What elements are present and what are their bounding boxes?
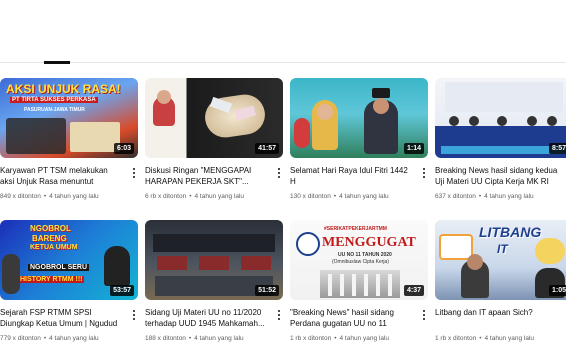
- video-title[interactable]: Litbang dan IT apaan Sich?: [435, 307, 566, 329]
- video-meta: 849 x ditonton • 4 tahun yang lalu: [0, 193, 99, 200]
- video-thumbnail[interactable]: 8:57: [435, 78, 566, 158]
- tab-divider: [0, 62, 566, 63]
- more-options-icon[interactable]: [130, 308, 138, 322]
- video-thumbnail[interactable]: 1:14: [290, 78, 428, 158]
- video-card[interactable]: 1:14 Selamat Hari Raya Idul Fitri 1442 H…: [290, 78, 428, 201]
- video-card[interactable]: LITBANG IT 1:05 Litbang dan IT apaan Sic…: [435, 220, 566, 343]
- video-card[interactable]: 51:52 Sidang Uji Materi UU no 11/2020 te…: [145, 220, 283, 343]
- thumbnail-text: IT: [497, 242, 508, 256]
- video-duration: 6:03: [113, 143, 134, 154]
- more-options-icon[interactable]: [275, 166, 283, 180]
- video-card[interactable]: #SERIKATPEKERJARTMM MENGGUGAT UU NO 11 T…: [290, 220, 428, 343]
- video-title[interactable]: Karyawan PT TSM melakukan aksi Unjuk Ras…: [0, 165, 138, 187]
- thumbnail-text: #SERIKATPEKERJARTMM: [324, 226, 387, 232]
- video-duration: 41:57: [255, 143, 279, 154]
- video-thumbnail[interactable]: AKSI UNJUK RASA! PT TIRTA SUKSES PERKASA…: [0, 78, 138, 158]
- more-options-icon[interactable]: [275, 308, 283, 322]
- video-card[interactable]: AKSI UNJUK RASA! PT TIRTA SUKSES PERKASA…: [0, 78, 138, 201]
- thumbnail-text: NGOBROL: [30, 224, 71, 233]
- thumbnail-text: UU NO 11 TAHUN 2020: [338, 252, 392, 258]
- video-duration: 1:05: [548, 285, 566, 296]
- thumbnail-text: BARENG: [32, 234, 67, 243]
- top-bar: [0, 0, 566, 68]
- video-duration: 53:57: [110, 285, 134, 296]
- more-options-icon[interactable]: [420, 308, 428, 322]
- video-duration: 51:52: [255, 285, 279, 296]
- video-card[interactable]: 41:57 Diskusi Ringan "MENGGAPAI HARAPAN …: [145, 78, 283, 201]
- video-meta: 1 rb x ditonton • 4 tahun yang lalu: [290, 335, 389, 342]
- video-meta: 779 x ditonton • 4 tahun yang lalu: [0, 335, 99, 342]
- video-duration: 1:14: [403, 143, 424, 154]
- video-meta: 637 x ditonton • 4 tahun yang lalu: [435, 193, 534, 200]
- video-meta: 130 x ditonton • 4 tahun yang lalu: [290, 193, 389, 200]
- thumbnail-text: AKSI UNJUK RASA!: [6, 82, 121, 96]
- more-options-icon[interactable]: [420, 166, 428, 180]
- video-thumbnail[interactable]: NGOBROL BARENG KETUA UMUM NGOBROL SERU H…: [0, 220, 138, 300]
- video-meta: 6 rb x ditonton • 4 tahun yang lalu: [145, 193, 244, 200]
- video-thumbnail[interactable]: 41:57: [145, 78, 283, 158]
- video-duration: 8:57: [548, 143, 566, 154]
- video-meta: 188 x ditonton • 4 tahun yang lalu: [145, 335, 244, 342]
- video-title[interactable]: Selamat Hari Raya Idul Fitri 1442 H: [290, 165, 428, 187]
- video-thumbnail[interactable]: LITBANG IT 1:05: [435, 220, 566, 300]
- video-card[interactable]: 8:57 Breaking News hasil sidang kedua Uj…: [435, 78, 566, 201]
- video-title[interactable]: Breaking News hasil sidang kedua Uji Mat…: [435, 165, 566, 187]
- video-thumbnail[interactable]: 51:52: [145, 220, 283, 300]
- video-title[interactable]: Sejarah FSP RTMM SPSI Diungkap Ketua Umu…: [0, 307, 138, 329]
- video-title[interactable]: Sidang Uji Materi UU no 11/2020 terhadap…: [145, 307, 283, 329]
- thumbnail-text: PASURUAN-JAWA TIMUR: [24, 107, 85, 113]
- video-title[interactable]: "Breaking News" hasil sidang Perdana gug…: [290, 307, 428, 329]
- thumbnail-text: MENGGUGAT: [322, 235, 416, 250]
- thumbnail-text: NGOBROL SERU: [28, 264, 90, 271]
- video-thumbnail[interactable]: #SERIKATPEKERJARTMM MENGGUGAT UU NO 11 T…: [290, 220, 428, 300]
- more-options-icon[interactable]: [130, 166, 138, 180]
- thumbnail-text: HISTORY RTMM !!!: [18, 276, 85, 283]
- video-duration: 4:37: [403, 285, 424, 296]
- video-card[interactable]: NGOBROL BARENG KETUA UMUM NGOBROL SERU H…: [0, 220, 138, 343]
- video-title[interactable]: Diskusi Ringan "MENGGAPAI HARAPAN PEKERJ…: [145, 165, 283, 187]
- video-meta: 1 rb x ditonton • 4 tahun yang lalu: [435, 335, 534, 342]
- thumbnail-text: PT TIRTA SUKSES PERKASA: [10, 97, 98, 103]
- active-tab-indicator: [44, 61, 70, 64]
- thumbnail-text: (Omnibuslaw Cipta Kerja): [332, 259, 389, 265]
- thumbnail-text: KETUA UMUM: [30, 244, 78, 251]
- thumbnail-text: LITBANG: [479, 224, 542, 240]
